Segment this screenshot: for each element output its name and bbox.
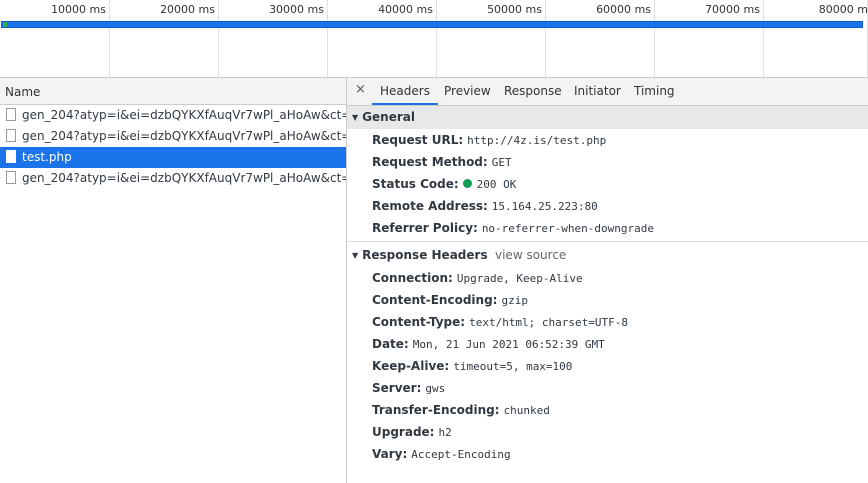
header-row: Transfer-Encoding: chunked [347,399,868,421]
header-key: Keep-Alive: [372,359,450,373]
header-key: Content-Encoding: [372,293,498,307]
tab-response[interactable]: Response [504,78,562,105]
header-key: Upgrade: [372,425,435,439]
request-details-panel: × Headers Preview Response Initiator Tim… [347,78,868,483]
header-value: 15.164.25.223:80 [491,200,598,213]
close-icon[interactable]: × [355,82,366,97]
header-key: Vary: [372,447,408,461]
header-value: chunked [503,404,550,417]
header-row: Vary: Accept-Encoding [347,443,868,465]
header-key: Date: [372,337,409,351]
header-row: Server: gws [347,377,868,399]
header-row: Status Code: 200 OK [347,173,868,195]
request-name: test.php [22,150,72,164]
request-name: gen_204?atyp=i&ei=dzbQYKXfAuqVr7wPl_aHoA… [22,171,346,185]
timeline-gridline: 50000 ms [487,0,546,77]
section-title: Response Headers [362,248,488,262]
header-row: Request URL: http://4z.is/test.php [347,129,868,151]
header-value: GET [491,156,512,169]
response-headers-section-header[interactable]: ▼ Response Headers view source [347,244,868,267]
name-column-header[interactable]: Name [0,78,346,105]
header-key: Content-Type: [372,315,466,329]
request-row[interactable]: gen_204?atyp=i&ei=dzbQYKXfAuqVr7wPl_aHoA… [0,168,346,189]
request-name: gen_204?atyp=i&ei=dzbQYKXfAuqVr7wPl_aHoA… [22,108,346,122]
timeline-gridline: 10000 ms [51,0,110,77]
timeline-gridline: 40000 ms [378,0,437,77]
header-row: Request Method: GET [347,151,868,173]
timeline-gridline: 70000 ms [705,0,764,77]
header-key: Referrer Policy: [372,221,478,235]
document-icon [6,150,16,163]
tab-headers[interactable]: Headers [372,78,438,105]
timeline-tick-label: 70000 ms [705,3,760,16]
request-row-selected[interactable]: test.php [0,147,346,168]
header-key: Status Code: [372,177,459,191]
timeline-gridline: 20000 ms [160,0,219,77]
request-name: gen_204?atyp=i&ei=dzbQYKXfAuqVr7wPl_aHoA… [22,129,346,143]
timeline-tick-label: 40000 ms [378,3,433,16]
header-key: Request Method: [372,155,488,169]
header-value: gzip [501,294,528,307]
header-row: Connection: Upgrade, Keep-Alive [347,267,868,289]
tab-preview[interactable]: Preview [444,78,491,105]
timeline-tick-label: 20000 ms [160,3,215,16]
header-value: h2 [438,426,452,439]
tab-timing[interactable]: Timing [634,78,675,105]
header-value: Accept-Encoding [411,448,511,461]
header-row: Content-Encoding: gzip [347,289,868,311]
section-title: General [362,110,415,124]
header-row: Keep-Alive: timeout=5, max=100 [347,355,868,377]
header-value: Upgrade, Keep-Alive [456,272,583,285]
header-key: Transfer-Encoding: [372,403,500,417]
section-divider [347,241,868,242]
request-row[interactable]: gen_204?atyp=i&ei=dzbQYKXfAuqVr7wPl_aHoA… [0,126,346,147]
timeline-tick-label: 30000 ms [269,3,324,16]
header-key: Connection: [372,271,453,285]
document-icon [6,171,16,184]
request-row[interactable]: gen_204?atyp=i&ei=dzbQYKXfAuqVr7wPl_aHoA… [0,105,346,126]
timeline-gridline: 30000 ms [269,0,328,77]
timeline-gridline: 60000 ms [596,0,655,77]
header-value: gws [425,382,446,395]
timeline-overview[interactable]: 10000 ms 20000 ms 30000 ms 40000 ms 5000… [0,0,868,78]
view-source-link[interactable]: view source [495,244,566,267]
timeline-tick-label: 60000 ms [596,3,651,16]
status-ok-dot-icon [462,179,472,188]
triangle-down-icon: ▼ [352,251,359,260]
header-key: Remote Address: [372,199,488,213]
timeline-tick-label: 10000 ms [51,3,106,16]
triangle-down-icon: ▼ [352,113,359,122]
header-value: no-referrer-when-downgrade [481,222,654,235]
header-value: timeout=5, max=100 [453,360,573,373]
header-key: Request URL: [372,133,464,147]
header-value: text/html; charset=UTF-8 [469,316,629,329]
timeline-bar-start-marker [3,22,7,27]
header-row: Date: Mon, 21 Jun 2021 06:52:39 GMT [347,333,868,355]
tab-initiator[interactable]: Initiator [574,78,621,105]
general-section-header[interactable]: ▼ General [347,106,868,129]
header-row: Remote Address: 15.164.25.223:80 [347,195,868,217]
document-icon [6,129,16,142]
details-tab-bar: × Headers Preview Response Initiator Tim… [347,78,868,106]
timeline-tick-label: 80000 m [818,3,868,16]
header-value: Mon, 21 Jun 2021 06:52:39 GMT [412,338,605,351]
timeline-tick-label: 50000 ms [487,3,542,16]
header-value: 200 OK [476,178,517,191]
header-row: Content-Type: text/html; charset=UTF-8 [347,311,868,333]
document-icon [6,108,16,121]
header-key: Server: [372,381,422,395]
header-row: Referrer Policy: no-referrer-when-downgra… [347,217,868,239]
timeline-request-bar [1,21,863,28]
header-value: http://4z.is/test.php [467,134,607,147]
request-list-panel: Name gen_204?atyp=i&ei=dzbQYKXfAuqVr7wPl… [0,78,347,483]
header-row: Upgrade: h2 [347,421,868,443]
